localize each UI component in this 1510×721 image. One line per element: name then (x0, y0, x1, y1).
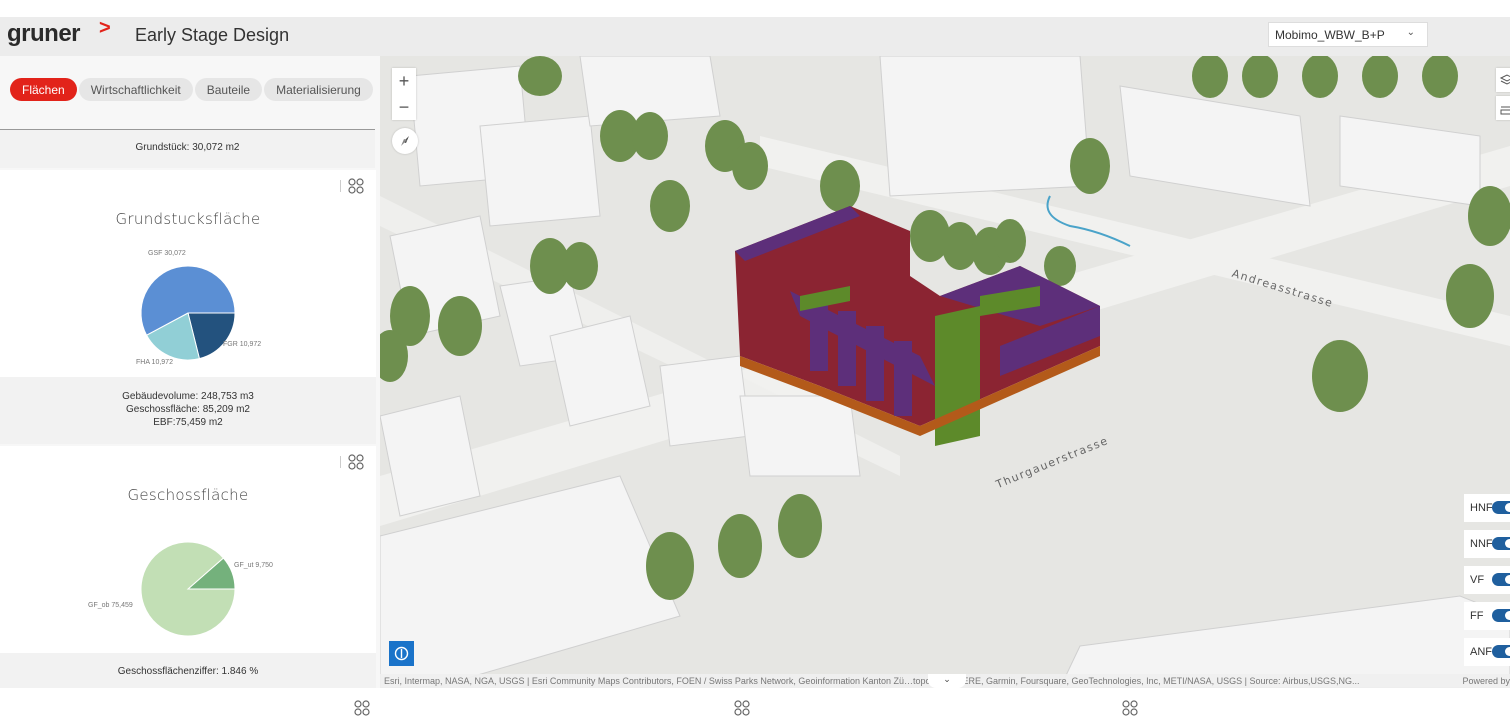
scenario-select[interactable]: Mobimo_WBW_B+P ⌄ (1268, 22, 1428, 47)
bottom-panel (1154, 688, 1510, 721)
tab-flaechen[interactable]: Flächen (10, 78, 77, 101)
card-grundstuecksflaeche: Grundstucksfläche GSF 30,072 FGR 10,972 … (0, 170, 376, 444)
pie-label-gsf: GSF 30,072 (148, 250, 186, 257)
chart-title: Grundstucksfläche (115, 210, 261, 228)
toggle-ff[interactable]: FF (1464, 602, 1510, 630)
measure-button[interactable] (1496, 96, 1510, 120)
zoom-out-button[interactable]: − (392, 94, 416, 120)
toggle-switch-hnf[interactable] (1492, 501, 1510, 514)
gruner-logo: gruner > (7, 17, 111, 48)
toggle-switch-ff[interactable] (1492, 609, 1510, 622)
grid-menu-icon (348, 178, 364, 194)
map-view[interactable]: Thurgauerstrasse Andreasstrasse + − HNF … (380, 56, 1510, 688)
ebf-value: EBF:75,459 m2 (153, 417, 223, 428)
pie-chart-geschossflaeche (140, 541, 236, 637)
tab-bauteile[interactable]: Bauteile (194, 78, 263, 101)
toggle-hnf[interactable]: HNF (1464, 494, 1510, 522)
map-tools (1496, 68, 1510, 124)
card-footer: Gebäudevolume: 248,753 m3 Geschossfläche… (0, 377, 376, 444)
logo-caret-icon: > (99, 17, 111, 39)
zoom-in-button[interactable]: + (392, 68, 416, 94)
compass-icon (401, 136, 409, 146)
measure-icon (1500, 106, 1510, 115)
tab-materialisierung[interactable]: Materialisierung (264, 78, 373, 101)
building-nnf (838, 311, 856, 386)
toggle-switch-anf[interactable] (1492, 645, 1510, 658)
info-button[interactable] (389, 641, 414, 666)
layer-toggle-panel: HNF NNF VF FF ANF (1464, 494, 1510, 674)
card-footer: Geschossflächenziffer: 1.846 % (0, 653, 376, 690)
pie-label-gf-ut: GF_ut 9,750 (234, 562, 273, 569)
bottom-panels (0, 688, 1510, 721)
grid-menu-icon[interactable] (354, 700, 370, 716)
toggle-nnf[interactable]: NNF (1464, 530, 1510, 558)
building-nnf (866, 326, 884, 401)
zoom-control: + − (392, 68, 416, 120)
grid-menu-icon[interactable] (1122, 700, 1138, 716)
attribution-toggle[interactable]: ⌄ (928, 674, 966, 688)
layers-icon (1499, 74, 1510, 85)
grundstueck-summary: Grundstück: 30,072 m2 (0, 130, 375, 168)
grid-menu-icon (348, 454, 364, 470)
toggle-label: ANF (1470, 646, 1492, 658)
map-scene (380, 56, 1510, 688)
geschossflaechenziffer-value: Geschossflächenziffer: 1.846 % (117, 666, 259, 677)
toggle-label: FF (1470, 610, 1484, 622)
card-menu-button[interactable] (340, 178, 368, 194)
compass-button[interactable] (392, 128, 418, 154)
toggle-anf[interactable]: ANF (1464, 638, 1510, 666)
tab-wirtschaftlichkeit[interactable]: Wirtschaftlichkeit (78, 78, 193, 101)
layers-button[interactable] (1496, 68, 1510, 92)
toggle-label: HNF (1470, 502, 1493, 514)
toggle-label: NNF (1470, 538, 1493, 550)
map-attribution: Esri, Intermap, NASA, NGA, USGS | Esri C… (380, 674, 1510, 688)
scenario-select-value: Mobimo_WBW_B+P (1275, 28, 1385, 42)
top-strip (0, 0, 1510, 17)
app-header: gruner > Early Stage Design Mobimo_WBW_B… (0, 17, 1510, 56)
logo-text: gruner (7, 20, 81, 47)
toggle-label: VF (1470, 574, 1485, 586)
powered-by-link[interactable]: Powered by (1462, 676, 1510, 686)
building-nnf (894, 341, 912, 416)
chart-title: Geschossfläche (127, 486, 249, 504)
card-geschossflaeche: Geschossfläche GF_ut 9,750 GF_ob 75,459 … (0, 446, 376, 690)
sidebar: Flächen Wirtschaftlichkeit Bauteile Mate… (0, 56, 380, 721)
gebaeudevolume-value: Gebäudevolume: 248,753 m3 (122, 391, 254, 402)
geschossflaeche-value: Geschossfläche: 85,209 m2 (126, 404, 250, 415)
chevron-down-icon: ⌄ (1406, 27, 1415, 38)
bottom-panel (380, 688, 756, 721)
divider (340, 456, 341, 468)
pie-label-fgr: FGR 10,972 (223, 341, 262, 348)
pie-label-fha: FHA 10,972 (136, 359, 173, 366)
divider (340, 180, 341, 192)
toggle-vf[interactable]: VF (1464, 566, 1510, 594)
attribution-text: Esri, Intermap, NASA, NGA, USGS | Esri C… (384, 676, 1360, 686)
tab-bar: Flächen Wirtschaftlichkeit Bauteile Mate… (10, 78, 373, 101)
toggle-switch-nnf[interactable] (1492, 537, 1510, 550)
bottom-panel (766, 688, 1146, 721)
info-icon (394, 646, 409, 661)
bottom-panel (0, 688, 376, 721)
app-title: Early Stage Design (135, 25, 290, 45)
grid-menu-icon[interactable] (734, 700, 750, 716)
pie-label-gf-ob: GF_ob 75,459 (88, 602, 133, 609)
toggle-switch-vf[interactable] (1492, 573, 1510, 586)
card-menu-button[interactable] (340, 454, 368, 470)
pie-slice-gf-ob[interactable] (140, 541, 236, 637)
